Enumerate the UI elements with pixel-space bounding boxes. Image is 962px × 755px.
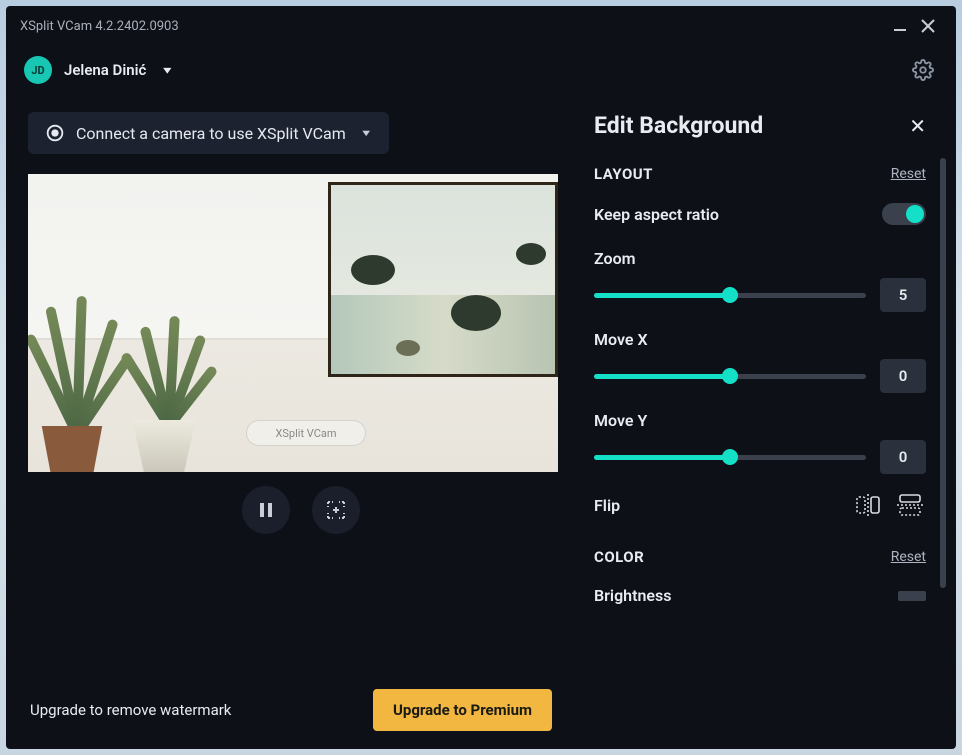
brightness-row: Brightness bbox=[594, 586, 926, 605]
flip-label: Flip bbox=[594, 496, 842, 515]
close-panel-button[interactable]: ✕ bbox=[909, 114, 926, 138]
slider-thumb[interactable] bbox=[722, 287, 738, 303]
movey-slider-group: Move Y 0 bbox=[594, 411, 926, 474]
section-color: COLOR Reset bbox=[594, 548, 926, 566]
settings-button[interactable] bbox=[908, 55, 938, 85]
preview-painting bbox=[328, 182, 558, 377]
panel-title: Edit Background bbox=[594, 112, 909, 139]
watermark-badge: XSplit VCam bbox=[246, 420, 366, 446]
slider-fill bbox=[594, 374, 730, 379]
crop-button[interactable] bbox=[312, 486, 360, 534]
edit-background-panel: Edit Background ✕ LAYOUT Reset Keep aspe… bbox=[574, 94, 956, 749]
pause-button[interactable] bbox=[242, 486, 290, 534]
flip-row: Flip bbox=[594, 492, 926, 518]
window-title: XSplit VCam 4.2.2402.0903 bbox=[20, 19, 179, 34]
zoom-slider[interactable] bbox=[594, 293, 866, 298]
footer: Upgrade to remove watermark Upgrade to P… bbox=[28, 671, 574, 749]
movex-slider-group: Move X 0 bbox=[594, 330, 926, 393]
keep-aspect-label: Keep aspect ratio bbox=[594, 205, 882, 224]
zoom-label: Zoom bbox=[594, 249, 926, 268]
camera-icon bbox=[44, 122, 66, 144]
user-menu-chevron-icon[interactable]: ▼ bbox=[160, 64, 174, 76]
movey-label: Move Y bbox=[594, 411, 926, 430]
camera-select-dropdown[interactable]: Connect a camera to use XSplit VCam ▼ bbox=[28, 112, 389, 154]
minimize-button[interactable] bbox=[886, 12, 914, 40]
slider-fill bbox=[594, 455, 730, 460]
camera-select-label: Connect a camera to use XSplit VCam bbox=[76, 124, 346, 143]
user-bar: JD Jelena Dinić ▼ bbox=[6, 46, 956, 94]
movex-slider[interactable] bbox=[594, 374, 866, 379]
avatar[interactable]: JD bbox=[24, 56, 52, 84]
brightness-label: Brightness bbox=[594, 586, 898, 605]
slider-thumb[interactable] bbox=[722, 449, 738, 465]
zoom-value[interactable]: 5 bbox=[880, 278, 926, 312]
close-button[interactable] bbox=[914, 12, 942, 40]
zoom-slider-group: Zoom 5 bbox=[594, 249, 926, 312]
panel-header: Edit Background ✕ bbox=[594, 112, 926, 139]
flip-vertical-button[interactable] bbox=[894, 492, 926, 518]
flip-horizontal-button[interactable] bbox=[852, 492, 884, 518]
reset-layout-button[interactable]: Reset bbox=[891, 166, 926, 182]
user-name: Jelena Dinić bbox=[64, 61, 146, 79]
section-layout: LAYOUT Reset bbox=[594, 165, 926, 183]
upgrade-button[interactable]: Upgrade to Premium bbox=[373, 689, 552, 731]
title-bar: XSplit VCam 4.2.2402.0903 bbox=[6, 6, 956, 46]
watermark-text: XSplit VCam bbox=[275, 427, 336, 440]
movey-value[interactable]: 0 bbox=[880, 440, 926, 474]
slider-fill bbox=[594, 293, 730, 298]
keep-aspect-toggle[interactable] bbox=[882, 203, 926, 225]
video-preview: XSplit VCam bbox=[28, 174, 558, 472]
reset-color-button[interactable]: Reset bbox=[891, 549, 926, 565]
content: Connect a camera to use XSplit VCam ▼ bbox=[6, 94, 956, 749]
brightness-slider-preview[interactable] bbox=[898, 591, 926, 601]
slider-thumb[interactable] bbox=[722, 368, 738, 384]
preview-plant bbox=[128, 420, 200, 472]
preview-plant bbox=[36, 426, 108, 472]
watermark-message: Upgrade to remove watermark bbox=[30, 701, 373, 719]
section-label: LAYOUT bbox=[594, 165, 891, 183]
movex-label: Move X bbox=[594, 330, 926, 349]
preview-pane: Connect a camera to use XSplit VCam ▼ bbox=[6, 94, 574, 749]
movey-slider[interactable] bbox=[594, 455, 866, 460]
section-label: COLOR bbox=[594, 548, 891, 566]
movex-value[interactable]: 0 bbox=[880, 359, 926, 393]
panel-scrollbar[interactable] bbox=[940, 158, 946, 588]
app-window: XSplit VCam 4.2.2402.0903 JD Jelena Dini… bbox=[6, 6, 956, 749]
preview-controls bbox=[28, 486, 574, 534]
keep-aspect-row: Keep aspect ratio bbox=[594, 203, 926, 225]
chevron-down-icon: ▼ bbox=[360, 127, 373, 138]
